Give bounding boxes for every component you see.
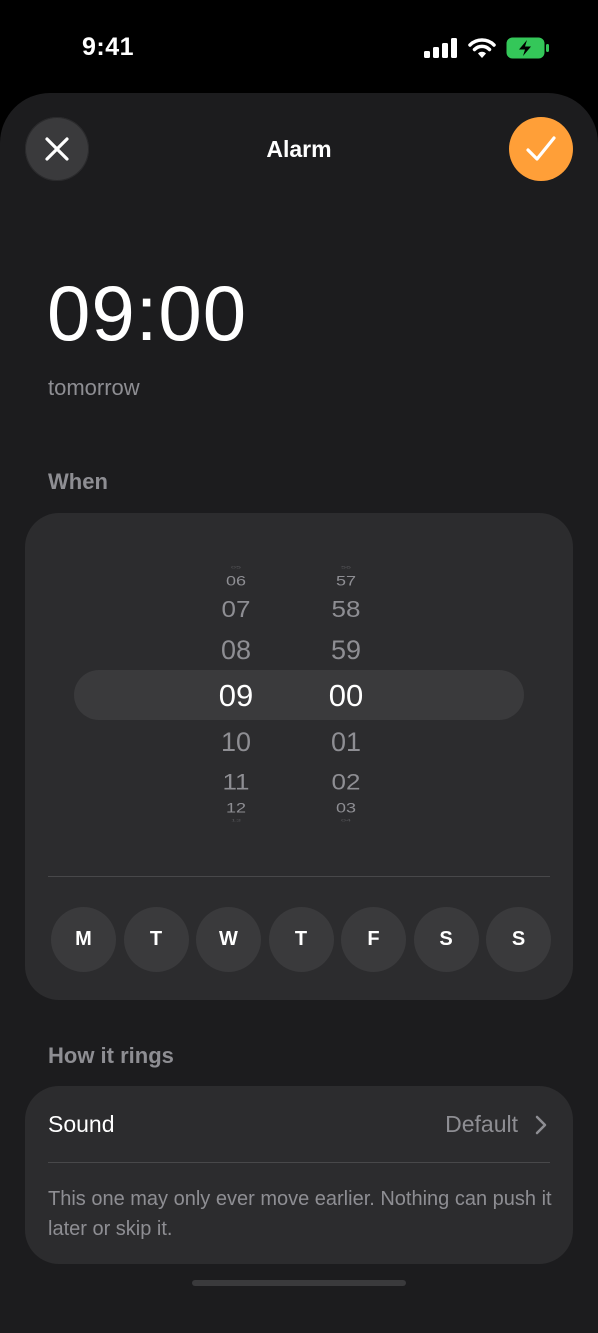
minute-option[interactable]: 56 (306, 566, 386, 570)
day-toggle-friday[interactable]: F (341, 907, 406, 972)
status-icons (424, 37, 550, 59)
day-toggle-monday[interactable]: M (51, 907, 116, 972)
battery-charging-icon (506, 37, 549, 59)
rings-note: This one may only ever move earlier. Not… (48, 1188, 552, 1240)
hour-option[interactable]: 10 (196, 729, 276, 756)
minute-option[interactable]: 57 (306, 574, 386, 588)
divider (48, 876, 550, 877)
minute-option[interactable]: 02 (306, 771, 386, 793)
minute-option[interactable]: 04 (306, 819, 386, 823)
hour-option[interactable]: 06 (196, 574, 276, 588)
minute-option[interactable]: 59 (306, 637, 386, 664)
minute-option[interactable]: 03 (306, 801, 386, 815)
rings-card: Sound Default This one may only ever mov… (25, 1086, 573, 1264)
hour-option[interactable]: 05 (196, 566, 276, 570)
status-bar: 9:41 (0, 0, 598, 92)
hour-option[interactable]: 13 (196, 819, 276, 823)
save-button[interactable] (509, 117, 573, 181)
alarm-sheet: Alarm 09:00 tomorrow When 05 06 07 08 09… (0, 93, 598, 1333)
alarm-time: 09:00 (47, 269, 248, 357)
checkmark-icon (526, 136, 556, 161)
hour-option[interactable]: 07 (196, 597, 276, 620)
minute-option-selected[interactable]: 00 (306, 680, 386, 711)
wifi-icon (468, 37, 496, 58)
weekday-selector: M T W T F S S (51, 907, 551, 972)
when-section-label: When (48, 469, 108, 494)
hour-option-selected[interactable]: 09 (196, 680, 276, 711)
hour-option[interactable]: 08 (196, 637, 276, 664)
day-toggle-wednesday[interactable]: W (196, 907, 261, 972)
divider (48, 1162, 550, 1163)
chevron-right-icon (535, 1115, 547, 1135)
day-toggle-sunday[interactable]: S (486, 907, 551, 972)
hour-option[interactable]: 12 (196, 801, 276, 815)
cellular-signal-icon (424, 38, 457, 58)
sound-row[interactable]: Sound Default (25, 1086, 573, 1162)
when-card: 05 06 07 08 09 10 11 12 13 56 57 58 59 0… (25, 513, 573, 1000)
day-toggle-tuesday[interactable]: T (123, 907, 189, 972)
day-toggle-thursday[interactable]: T (268, 907, 334, 972)
alarm-day: tomorrow (48, 375, 140, 400)
minute-option[interactable]: 58 (306, 597, 386, 620)
hour-option[interactable]: 11 (196, 771, 276, 793)
picker-selection-highlight (74, 670, 524, 720)
home-indicator[interactable] (192, 1280, 406, 1286)
day-toggle-saturday[interactable]: S (413, 907, 479, 972)
time-picker[interactable]: 05 06 07 08 09 10 11 12 13 56 57 58 59 0… (25, 553, 573, 833)
sound-value: Default (445, 1111, 518, 1137)
how-it-rings-label: How it rings (48, 1043, 174, 1068)
minute-option[interactable]: 01 (306, 729, 386, 756)
sound-label: Sound (48, 1111, 115, 1137)
status-time: 9:41 (82, 33, 135, 61)
